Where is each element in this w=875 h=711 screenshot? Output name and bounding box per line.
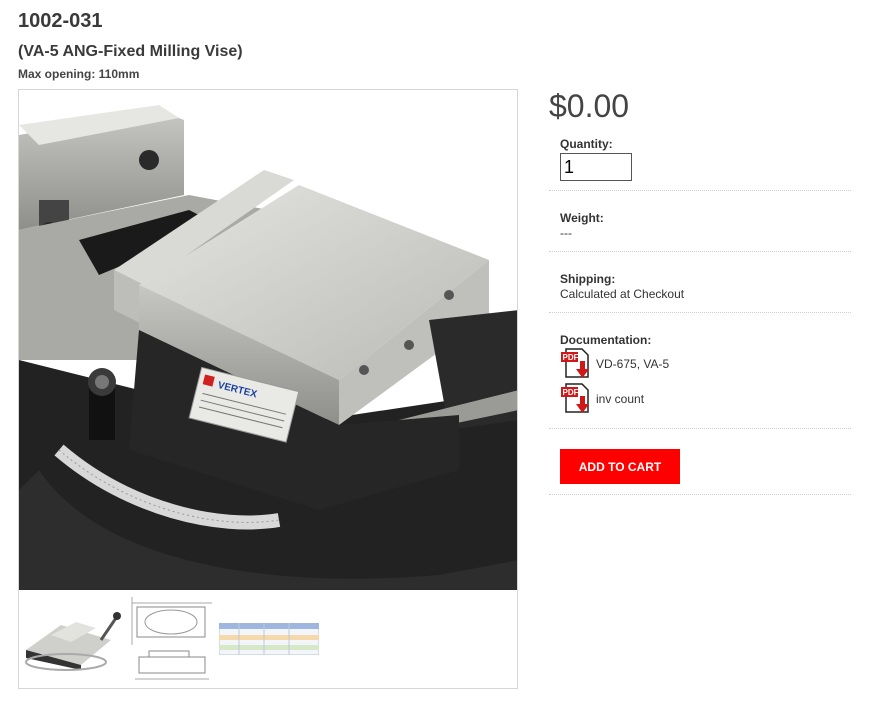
product-title: (VA-5 ANG-Fixed Milling Vise) <box>18 43 243 60</box>
documentation-section: Documentation: PDF VD-675, VA-5 PDF inv … <box>549 313 851 429</box>
document-link[interactable]: PDF inv count <box>560 382 644 416</box>
shipping-value: Calculated at Checkout <box>560 287 685 301</box>
weight-label: Weight: <box>560 211 604 225</box>
product-price: $0.00 <box>549 88 630 124</box>
weight-section: Weight: --- <box>549 191 851 252</box>
add-to-cart-section: ADD TO CART <box>549 429 851 495</box>
add-to-cart-button[interactable]: ADD TO CART <box>560 449 680 484</box>
svg-text:PDF: PDF <box>563 388 579 397</box>
thumbnail-drawing[interactable] <box>127 595 217 687</box>
document-link-label: inv count <box>596 392 645 406</box>
weight-value: --- <box>560 226 572 240</box>
product-gallery: VERTEX <box>18 89 518 689</box>
svg-text:PDF: PDF <box>563 353 579 362</box>
document-link[interactable]: PDF VD-675, VA-5 <box>560 347 669 381</box>
quantity-input[interactable] <box>560 153 632 181</box>
shipping-label: Shipping: <box>560 272 616 286</box>
thumbnail-vise-photo[interactable] <box>21 610 123 672</box>
product-subtitle: Max opening: 110mm <box>18 67 140 81</box>
pdf-download-icon: PDF <box>561 348 589 378</box>
document-link-label: VD-675, VA-5 <box>596 357 670 371</box>
quantity-section: Quantity: <box>549 128 851 191</box>
documentation-label: Documentation: <box>560 333 652 347</box>
main-product-image[interactable]: VERTEX <box>19 90 518 590</box>
thumbnail-spec-table[interactable] <box>219 623 319 655</box>
product-sku: 1002-031 <box>18 10 103 32</box>
pdf-download-icon: PDF <box>561 383 589 413</box>
quantity-label: Quantity: <box>560 137 613 151</box>
shipping-section: Shipping: Calculated at Checkout <box>549 252 851 313</box>
